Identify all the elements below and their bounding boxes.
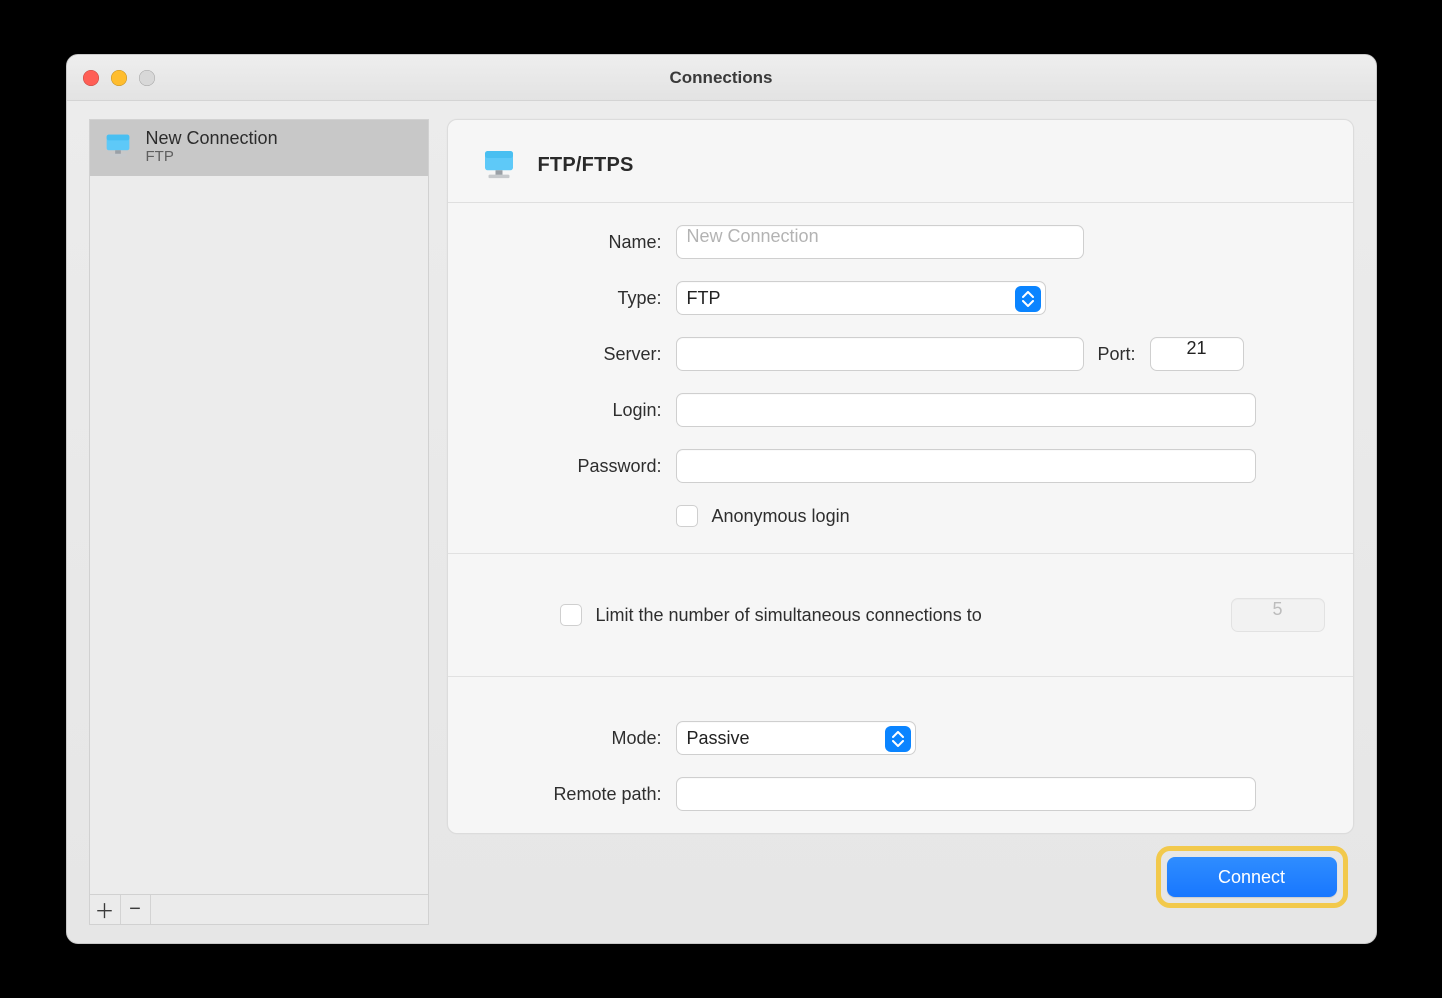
password-input[interactable] [676,449,1256,483]
panel-title: FTP/FTPS [538,154,634,177]
limit-checkbox[interactable] [560,604,582,626]
divider [448,553,1353,554]
window: Connections New Connection [66,54,1377,944]
remove-connection-button[interactable]: − [120,895,150,924]
minus-icon: − [129,898,141,921]
mode-label: Mode: [476,728,662,749]
titlebar: Connections [67,55,1376,101]
zoom-window-button[interactable] [139,70,155,86]
password-label: Password: [476,456,662,477]
login-input[interactable] [676,393,1256,427]
close-window-button[interactable] [83,70,99,86]
connect-row: Connect [447,834,1354,908]
server-label: Server: [476,344,662,365]
name-label: Name: [476,232,662,253]
type-select-value: FTP [687,288,721,309]
login-label: Login: [476,400,662,421]
anonymous-checkbox[interactable] [676,505,698,527]
connection-card: FTP/FTPS Name: New Connection Type: [447,119,1354,834]
server-input[interactable] [676,337,1084,371]
connection-list: New Connection FTP [90,120,428,894]
window-title: Connections [670,68,773,88]
right-pane: FTP/FTPS Name: New Connection Type: [447,119,1354,925]
minimize-window-button[interactable] [111,70,127,86]
add-connection-button[interactable]: ＋ [90,895,120,924]
divider [448,676,1353,677]
connect-button[interactable]: Connect [1167,857,1337,897]
sidebar-footer: ＋ − [90,894,428,924]
connection-name: New Connection [146,128,278,149]
name-input[interactable]: New Connection [676,225,1084,259]
network-folder-icon [478,144,520,186]
remote-path-label: Remote path: [476,784,662,805]
plus-icon: ＋ [95,895,115,924]
port-input[interactable]: 21 [1150,337,1244,371]
mode-select-value: Passive [687,728,750,749]
connection-list-item[interactable]: New Connection FTP [90,120,428,176]
type-label: Type: [476,288,662,309]
anonymous-label: Anonymous login [712,506,850,527]
updown-icon [885,726,911,752]
content: New Connection FTP ＋ − [67,101,1376,943]
updown-icon [1015,286,1041,312]
connect-highlight: Connect [1156,846,1348,908]
sidebar: New Connection FTP ＋ − [89,119,429,925]
mode-select[interactable]: Passive [676,721,916,755]
type-select[interactable]: FTP [676,281,1046,315]
limit-value-input[interactable]: 5 [1231,598,1325,632]
card-header: FTP/FTPS [476,138,1325,200]
network-folder-icon [100,129,136,163]
traffic-lights [83,70,155,86]
footer-spacer [150,895,428,924]
limit-label: Limit the number of simultaneous connect… [596,605,982,626]
port-label: Port: [1098,344,1136,365]
connection-sub: FTP [146,148,278,165]
form: Name: New Connection Type: FTP [476,203,1325,811]
remote-path-input[interactable] [676,777,1256,811]
